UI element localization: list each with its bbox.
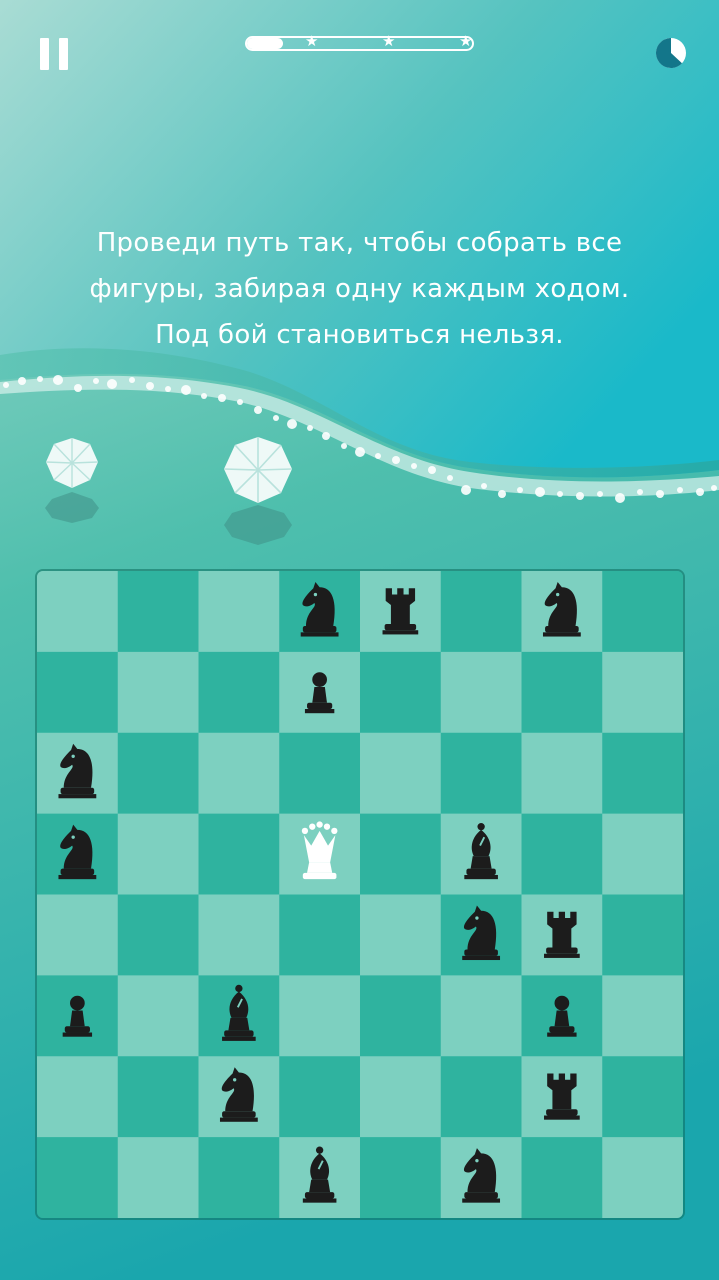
board-square[interactable] bbox=[279, 975, 361, 1057]
board-square[interactable] bbox=[602, 813, 683, 895]
board-square[interactable] bbox=[117, 651, 199, 734]
board-square[interactable] bbox=[602, 1137, 683, 1218]
board-square[interactable] bbox=[440, 1056, 522, 1138]
board-square[interactable] bbox=[440, 975, 522, 1057]
board-square[interactable] bbox=[117, 813, 199, 895]
top-bar: ★ ★ ★ bbox=[0, 0, 719, 100]
board-square[interactable] bbox=[117, 571, 199, 653]
board-square[interactable] bbox=[360, 1056, 442, 1138]
board-square[interactable] bbox=[37, 571, 119, 653]
chess-board[interactable] bbox=[35, 569, 685, 1220]
board-square[interactable] bbox=[198, 894, 280, 976]
gem-icon bbox=[45, 438, 99, 523]
board-square[interactable] bbox=[521, 813, 603, 895]
board-square[interactable] bbox=[117, 732, 199, 815]
board-square[interactable] bbox=[602, 1056, 683, 1138]
board-square[interactable] bbox=[440, 732, 522, 815]
board-square[interactable] bbox=[360, 651, 442, 734]
board-square[interactable] bbox=[117, 894, 199, 976]
board-square[interactable] bbox=[440, 571, 522, 653]
board-square[interactable] bbox=[198, 1137, 280, 1218]
board-square[interactable] bbox=[117, 1137, 199, 1218]
gem-icon bbox=[223, 437, 293, 545]
board-square[interactable] bbox=[117, 975, 199, 1057]
board-square[interactable] bbox=[521, 732, 603, 815]
instruction-line: фигуры, забирая одну каждым ходом. bbox=[89, 274, 630, 304]
board-square[interactable] bbox=[360, 975, 442, 1057]
board-square[interactable] bbox=[279, 732, 361, 815]
board-grid bbox=[37, 571, 683, 1218]
pause-icon[interactable] bbox=[38, 38, 68, 70]
board-square[interactable] bbox=[37, 651, 119, 734]
board-square[interactable] bbox=[279, 894, 361, 976]
board-square[interactable] bbox=[360, 894, 442, 976]
instruction-line: Проведи путь так, чтобы собрать все bbox=[96, 228, 623, 258]
board-square[interactable] bbox=[360, 1137, 442, 1218]
board-square[interactable] bbox=[440, 651, 522, 734]
board-square[interactable] bbox=[37, 1056, 119, 1138]
board-square[interactable] bbox=[37, 894, 119, 976]
progress-fill bbox=[247, 38, 283, 49]
board-square[interactable] bbox=[198, 732, 280, 815]
board-square[interactable] bbox=[37, 1137, 119, 1218]
board-square[interactable] bbox=[360, 732, 442, 815]
board-square[interactable] bbox=[521, 1137, 603, 1218]
board-square[interactable] bbox=[602, 571, 683, 653]
board-square[interactable] bbox=[198, 571, 280, 653]
board-square[interactable] bbox=[198, 651, 280, 734]
instruction-text: Проведи путь так, чтобы собрать все фигу… bbox=[40, 220, 679, 358]
board-square[interactable] bbox=[198, 813, 280, 895]
star-icon: ★ bbox=[382, 32, 396, 50]
board-square[interactable] bbox=[602, 732, 683, 815]
progress-bar: ★ ★ ★ bbox=[245, 32, 474, 51]
star-icon: ★ bbox=[459, 32, 473, 50]
board-square[interactable] bbox=[360, 813, 442, 895]
board-square[interactable] bbox=[117, 1056, 199, 1138]
board-square[interactable] bbox=[521, 651, 603, 734]
star-icon: ★ bbox=[305, 32, 319, 50]
board-square[interactable] bbox=[602, 975, 683, 1057]
board-square[interactable] bbox=[602, 894, 683, 976]
board-square[interactable] bbox=[279, 1056, 361, 1138]
board-square[interactable] bbox=[602, 651, 683, 734]
timer-icon bbox=[656, 38, 686, 68]
instruction-line: Под бой становиться нельзя. bbox=[155, 320, 564, 350]
